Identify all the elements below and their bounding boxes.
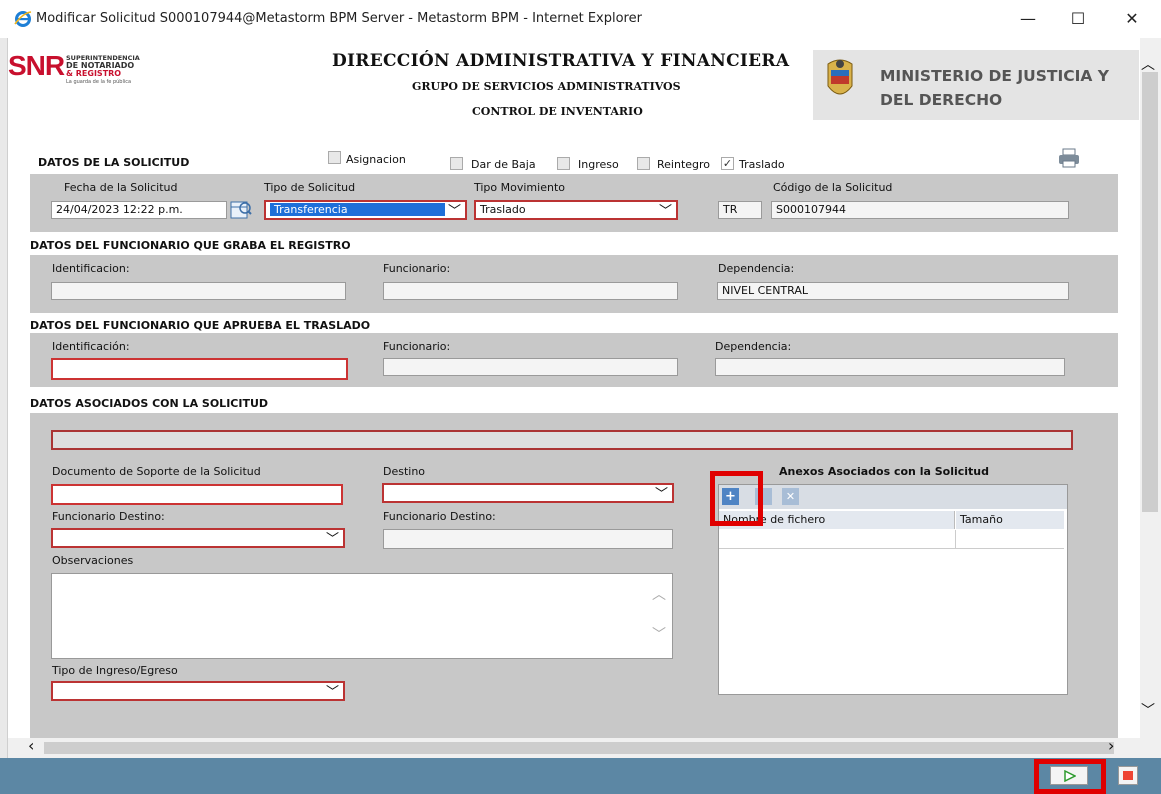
tipo-solicitud-value: Transferencia <box>270 203 445 216</box>
maximize-button[interactable]: ☐ <box>1058 6 1098 32</box>
checkbox-asignacion[interactable] <box>328 151 341 164</box>
graba-func-label: Funcionario: <box>383 262 451 275</box>
asociados-wide-input[interactable] <box>51 430 1073 450</box>
funcionario-destino-label: Funcionario Destino: <box>52 510 165 523</box>
snr-logo: SNR SUPERINTENDENCIA DE NOTARIADO & REGI… <box>8 50 168 92</box>
highlight-add-button <box>710 471 763 526</box>
cancel-button[interactable] <box>1118 766 1138 785</box>
stop-icon <box>1123 771 1133 780</box>
checkbox-asignacion-label: Asignacion <box>346 153 406 166</box>
checkbox-dar-de-baja[interactable] <box>450 157 463 170</box>
checkbox-reintegro-label: Reintegro <box>657 158 711 171</box>
funcionario-destino-input[interactable] <box>383 529 673 549</box>
ministry-name-line2: DEL DERECHO <box>880 91 1003 109</box>
ministry-name: MINISTERIO DE JUSTICIA Y DEL DERECHO <box>880 64 1140 112</box>
calendar-icon[interactable] <box>230 199 252 221</box>
window-title: Modificar Solicitud S000107944@Metastorm… <box>36 11 642 26</box>
codigo-label: Código de la Solicitud <box>773 181 893 194</box>
page-title: DIRECCIÓN ADMINISTRATIVA Y FINANCIERA <box>332 51 790 71</box>
graba-id-label: Identificacion: <box>52 262 130 275</box>
anexos-row-divider <box>955 530 956 549</box>
scroll-up-icon[interactable]: ︿ <box>652 584 666 604</box>
tipo-ingreso-egreso-select[interactable]: ﹀ <box>51 681 345 701</box>
checkbox-traslado[interactable]: ✓ <box>721 157 734 170</box>
close-button[interactable]: ✕ <box>1112 6 1152 32</box>
minimize-button[interactable]: — <box>1008 6 1048 32</box>
tipo-ingreso-egreso-label: Tipo de Ingreso/Egreso <box>52 664 178 677</box>
remove-file-button[interactable]: ✕ <box>782 488 799 505</box>
doc-soporte-input[interactable] <box>51 484 343 505</box>
aprueba-dep-label: Dependencia: <box>715 340 792 353</box>
doc-soporte-label: Documento de Soporte de la Solicitud <box>52 465 261 478</box>
chevron-down-icon: ﹀ <box>654 487 668 502</box>
section-title-graba: DATOS DEL FUNCIONARIO QUE GRABA EL REGIS… <box>30 239 351 252</box>
graba-func-input[interactable] <box>383 282 678 300</box>
funcionario-destino-select[interactable]: ﹀ <box>51 528 345 548</box>
window-titlebar: Modificar Solicitud S000107944@Metastorm… <box>0 0 1161 38</box>
scroll-up-arrow-icon[interactable]: ︿ <box>1141 54 1155 74</box>
observaciones-textarea[interactable]: ︿ ﹀ <box>51 573 673 659</box>
aprueba-func-label: Funcionario: <box>383 340 451 353</box>
section-title-solicitud: DATOS DE LA SOLICITUD <box>38 156 190 169</box>
horizontal-scrollbar-thumb[interactable] <box>44 742 1114 754</box>
section-title-aprueba: DATOS DEL FUNCIONARIO QUE APRUEBA EL TRA… <box>30 319 371 332</box>
tipo-solicitud-label: Tipo de Solicitud <box>264 181 356 194</box>
destino-select[interactable]: ﹀ <box>382 483 674 503</box>
checkbox-reintegro[interactable] <box>637 157 650 170</box>
coat-of-arms-icon <box>827 59 853 95</box>
page-subtitle-2: CONTROL DE INVENTARIO <box>472 105 643 118</box>
checkbox-dar-de-baja-label: Dar de Baja <box>471 158 536 171</box>
chevron-down-icon: ﹀ <box>658 204 672 219</box>
graba-dep-input[interactable]: NIVEL CENTRAL <box>717 282 1069 300</box>
codigo-prefix-input[interactable]: TR <box>718 201 762 219</box>
fecha-input[interactable]: 24/04/2023 12:22 p.m. <box>51 201 227 219</box>
checkbox-traslado-label: Traslado <box>739 158 785 171</box>
funcionario-destino-label-2: Funcionario Destino: <box>383 510 496 523</box>
window-left-edge <box>0 38 8 758</box>
graba-dep-label: Dependencia: <box>718 262 795 275</box>
ministry-name-line1: MINISTERIO DE JUSTICIA Y <box>880 67 1109 85</box>
tipo-movimiento-label: Tipo Movimiento <box>474 181 565 194</box>
aprueba-id-input[interactable] <box>51 358 348 380</box>
fecha-label: Fecha de la Solicitud <box>64 181 178 194</box>
aprueba-func-input[interactable] <box>383 358 678 376</box>
aprueba-dep-input[interactable] <box>715 358 1065 376</box>
aprueba-id-label: Identificación: <box>52 340 130 353</box>
chevron-down-icon: ﹀ <box>447 204 461 219</box>
bottom-action-bar <box>0 758 1161 794</box>
tipo-movimiento-value: Traslado <box>480 203 526 216</box>
snr-logo-text: SNR <box>8 50 65 81</box>
scroll-right-arrow-icon[interactable]: › <box>1108 736 1114 755</box>
snr-logo-line3: & REGISTRO <box>66 69 122 78</box>
tipo-movimiento-select[interactable]: Traslado ﹀ <box>474 200 678 220</box>
scroll-down-icon[interactable]: ﹀ <box>652 624 666 644</box>
print-icon[interactable] <box>1058 148 1080 168</box>
chevron-down-icon: ﹀ <box>325 685 339 700</box>
anexos-col-size[interactable]: Tamaño <box>956 511 1064 529</box>
anexos-title: Anexos Asociados con la Solicitud <box>779 465 990 478</box>
codigo-input[interactable]: S000107944 <box>771 201 1069 219</box>
scroll-left-arrow-icon[interactable]: ‹ <box>28 736 34 755</box>
destino-label: Destino <box>383 465 426 478</box>
chevron-down-icon: ﹀ <box>325 532 339 547</box>
vertical-scrollbar-thumb[interactable] <box>1142 72 1158 512</box>
observaciones-label: Observaciones <box>52 554 134 567</box>
tipo-solicitud-select[interactable]: Transferencia ﹀ <box>264 200 467 220</box>
snr-logo-tagline: La guarda de la fe pública <box>66 79 132 85</box>
scroll-down-arrow-icon[interactable]: ﹀ <box>1141 700 1155 720</box>
checkbox-ingreso[interactable] <box>557 157 570 170</box>
anexos-empty-row <box>719 530 1064 549</box>
graba-id-input[interactable] <box>51 282 346 300</box>
highlight-submit-button <box>1034 759 1106 794</box>
checkbox-ingreso-label: Ingreso <box>578 158 619 171</box>
internet-explorer-icon <box>14 11 32 27</box>
section-title-asociados: DATOS ASOCIADOS CON LA SOLICITUD <box>30 397 269 410</box>
page-subtitle: GRUPO DE SERVICIOS ADMINISTRATIVOS <box>412 80 681 93</box>
